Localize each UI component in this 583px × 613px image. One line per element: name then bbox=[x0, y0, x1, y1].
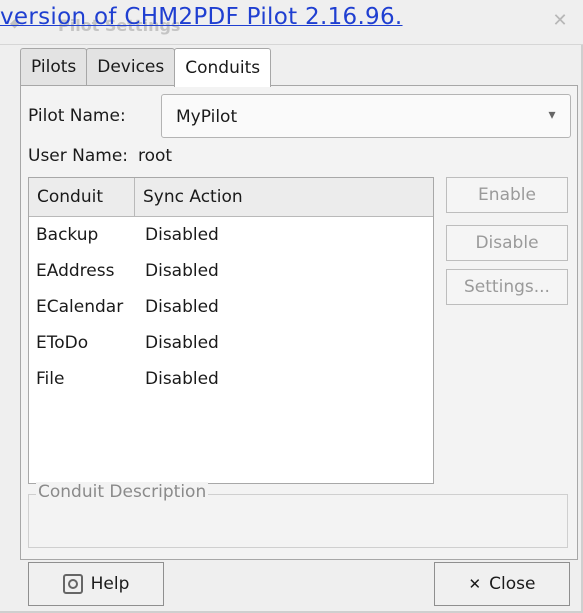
column-header-sync-action[interactable]: Sync Action bbox=[135, 178, 433, 216]
pilot-name-value: MyPilot bbox=[176, 107, 238, 127]
conduit-list: Conduit Sync Action Backup Disabled EAdd… bbox=[28, 177, 434, 484]
sync-action: Disabled bbox=[145, 261, 219, 281]
pilot-name-combo[interactable]: MyPilot ▾ bbox=[161, 94, 571, 138]
help-icon bbox=[62, 574, 83, 594]
close-label: Close bbox=[489, 574, 536, 594]
user-name-label: User Name: bbox=[28, 146, 129, 166]
conduit-name: Backup bbox=[36, 225, 99, 245]
sync-action: Disabled bbox=[145, 297, 219, 317]
help-button[interactable]: Help bbox=[28, 562, 164, 606]
table-row[interactable]: Backup Disabled bbox=[29, 217, 433, 253]
tab-conduits[interactable]: Conduits bbox=[174, 48, 272, 87]
title-bar: ◆ Pilot Settings version of CHM2PDF Pilo… bbox=[0, 0, 583, 45]
tab-devices[interactable]: Devices bbox=[86, 48, 176, 85]
close-icon: ✕ bbox=[468, 575, 482, 593]
conduit-rows: Backup Disabled EAddress Disabled ECalen… bbox=[29, 217, 433, 397]
list-header: Conduit Sync Action bbox=[29, 178, 433, 217]
sync-action: Disabled bbox=[145, 333, 219, 353]
table-row[interactable]: EToDo Disabled bbox=[29, 325, 433, 361]
enable-button[interactable]: Enable bbox=[446, 177, 568, 213]
table-row[interactable]: EAddress Disabled bbox=[29, 253, 433, 289]
close-icon[interactable]: ✕ bbox=[551, 12, 569, 30]
conduit-name: EAddress bbox=[36, 261, 115, 281]
pilot-name-label: Pilot Name: bbox=[28, 106, 126, 126]
sync-action: Disabled bbox=[145, 369, 219, 389]
tab-pilots[interactable]: Pilots bbox=[20, 48, 88, 85]
conduit-name: File bbox=[36, 369, 65, 389]
conduits-panel: Pilot Name: MyPilot ▾ User Name: root Co… bbox=[20, 85, 578, 560]
conduit-description-frame: Conduit Description bbox=[28, 482, 568, 548]
column-header-conduit[interactable]: Conduit bbox=[29, 178, 135, 216]
conduit-description-legend: Conduit Description bbox=[36, 482, 209, 502]
help-label: Help bbox=[90, 574, 130, 594]
conduit-name: EToDo bbox=[36, 333, 89, 353]
tab-bar: Pilots Devices Conduits bbox=[20, 48, 272, 87]
conduit-name: ECalendar bbox=[36, 297, 124, 317]
sync-action: Disabled bbox=[145, 225, 219, 245]
overlay-link[interactable]: version of CHM2PDF Pilot 2.16.96. bbox=[0, 4, 403, 30]
close-button[interactable]: ✕ Close bbox=[434, 562, 570, 606]
chevron-down-icon: ▾ bbox=[548, 107, 556, 123]
user-name-value: root bbox=[138, 146, 173, 166]
table-row[interactable]: ECalendar Disabled bbox=[29, 289, 433, 325]
disable-button[interactable]: Disable bbox=[446, 225, 568, 261]
pilot-settings-dialog: ◆ Pilot Settings version of CHM2PDF Pilo… bbox=[0, 0, 583, 613]
settings-button[interactable]: Settings... bbox=[446, 269, 568, 305]
table-row[interactable]: File Disabled bbox=[29, 361, 433, 397]
